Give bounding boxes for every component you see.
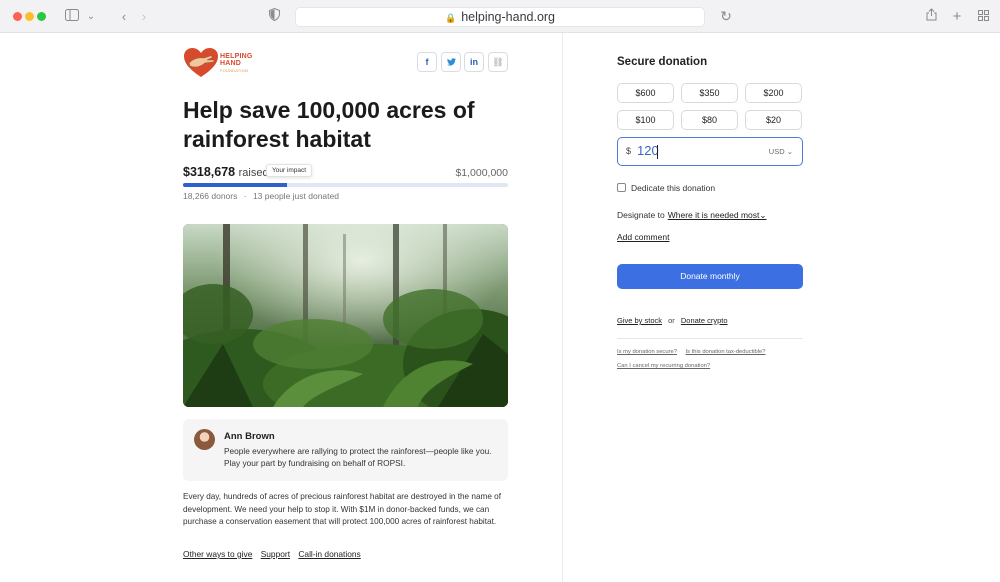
support-link[interactable]: Support — [261, 549, 290, 559]
reload-icon[interactable]: ↻ — [718, 8, 734, 25]
facebook-icon: f — [425, 57, 429, 67]
progress-fill — [183, 183, 287, 187]
new-tab-icon[interactable]: + — [950, 8, 964, 25]
campaign-title: Help save 100,000 acres of rainforest ha… — [183, 97, 475, 152]
linkedin-share-button[interactable]: in — [464, 52, 484, 72]
footer-links: Other ways to give Support Call-in donat… — [183, 549, 367, 559]
faq-row-1: Is my donation secure? Is this donation … — [617, 349, 772, 355]
donation-panel: Secure donation $600 $350 $200 $100 $80 … — [562, 33, 1000, 582]
url-text: helping-hand.org — [461, 10, 556, 24]
raised-label: raised — [238, 167, 269, 179]
dedicate-label: Dedicate this donation — [631, 183, 716, 193]
progress-bar — [183, 183, 508, 187]
brand-wordmark: HELPING HAND FOUNDATION — [220, 53, 253, 74]
goal-amount: $1,000,000 — [455, 167, 508, 179]
back-arrow-icon[interactable]: ‹ — [118, 8, 130, 25]
testimonial-name: Ann Brown — [224, 431, 275, 442]
avatar — [194, 429, 215, 450]
linkedin-icon: in — [470, 57, 478, 67]
facebook-share-button[interactable]: f — [417, 52, 437, 72]
faq-row-2: Can I cancel my recurring donation? — [617, 363, 717, 369]
twitter-icon — [446, 58, 456, 66]
amount-input[interactable]: $ 120 USD ⌄ — [617, 137, 803, 166]
designate-label: Designate to — [617, 210, 665, 220]
sidebar-toggle-icon[interactable] — [64, 8, 80, 25]
other-ways-link[interactable]: Other ways to give — [183, 549, 252, 559]
campaign-column: HELPING HAND FOUNDATION f in ⛓ Help save… — [0, 33, 562, 582]
donation-title: Secure donation — [617, 56, 708, 68]
add-comment-link[interactable]: Add comment — [617, 232, 669, 242]
chevron-down-icon[interactable]: ⌄ — [85, 8, 97, 25]
dedicate-option[interactable]: Dedicate this donation — [617, 183, 715, 193]
faq-secure-link[interactable]: Is my donation secure? — [617, 349, 677, 355]
brand-line-1: HELPING — [220, 53, 253, 60]
text-caret — [657, 145, 658, 159]
donor-stats: 18,266 donors · 13 people just donated — [183, 191, 339, 201]
recent-donors: 13 people just donated — [252, 191, 339, 201]
forward-arrow-icon[interactable]: › — [138, 8, 150, 25]
stats-separator: · — [243, 191, 247, 201]
address-bar[interactable]: 🔒 helping-hand.org — [295, 7, 705, 27]
faq-cancel-link[interactable]: Can I cancel my recurring donation? — [617, 363, 710, 369]
divider — [617, 338, 803, 339]
amount-option-100[interactable]: $100 — [617, 110, 674, 130]
zoom-window-button[interactable] — [37, 12, 46, 21]
amount-option-200[interactable]: $200 — [745, 83, 802, 103]
impact-tooltip: Your impact — [266, 164, 313, 177]
raised-amount: $318,678 — [183, 165, 236, 179]
alternative-giving: Give by stock or Donate crypto — [617, 316, 728, 325]
donate-crypto-link[interactable]: Donate crypto — [681, 316, 728, 325]
minimize-window-button[interactable] — [25, 12, 34, 21]
amount-value: 120 — [637, 143, 659, 158]
give-by-stock-link[interactable]: Give by stock — [617, 316, 662, 325]
dedicate-checkbox[interactable] — [617, 183, 626, 192]
designate-select[interactable]: Where it is needed most⌄ — [668, 210, 767, 220]
raised-summary: $318,678 raised — [183, 165, 269, 179]
tab-overview-icon[interactable] — [976, 8, 990, 25]
close-window-button[interactable] — [13, 12, 22, 21]
lock-icon: 🔒 — [444, 13, 457, 23]
brand-line-2: HAND — [220, 60, 242, 67]
copy-link-button[interactable]: ⛓ — [488, 52, 508, 72]
call-in-donations-link[interactable]: Call-in donations — [298, 549, 360, 559]
designate-row: Designate to Where it is needed most⌄ — [617, 210, 767, 221]
share-icon[interactable] — [924, 8, 938, 25]
donate-monthly-button[interactable]: Donate monthly — [617, 264, 803, 289]
amount-option-80[interactable]: $80 — [681, 110, 738, 130]
currency-symbol: $ — [626, 146, 632, 156]
amount-option-20[interactable]: $20 — [745, 110, 802, 130]
testimonial-card: Ann Brown People everywhere are rallying… — [183, 419, 508, 481]
browser-toolbar: ⌄ ‹ › 🔒 helping-hand.org ↻ + — [0, 0, 1000, 33]
rainforest-image — [183, 224, 508, 407]
link-icon: ⛓ — [492, 57, 504, 67]
brand-line-3: FOUNDATION — [220, 68, 249, 73]
twitter-share-button[interactable] — [441, 52, 461, 72]
or-text: or — [668, 316, 675, 325]
testimonial-text: People everywhere are rallying to protec… — [224, 446, 492, 468]
campaign-description: Every day, hundreds of acres of precious… — [183, 492, 501, 527]
shield-icon[interactable] — [267, 7, 281, 25]
faq-tax-link[interactable]: Is this donation tax-deductible? — [686, 349, 766, 355]
amount-option-350[interactable]: $350 — [681, 83, 738, 103]
currency-select[interactable]: USD ⌄ — [769, 147, 793, 156]
amount-option-600[interactable]: $600 — [617, 83, 674, 103]
donor-count: 18,266 donors — [183, 191, 238, 201]
